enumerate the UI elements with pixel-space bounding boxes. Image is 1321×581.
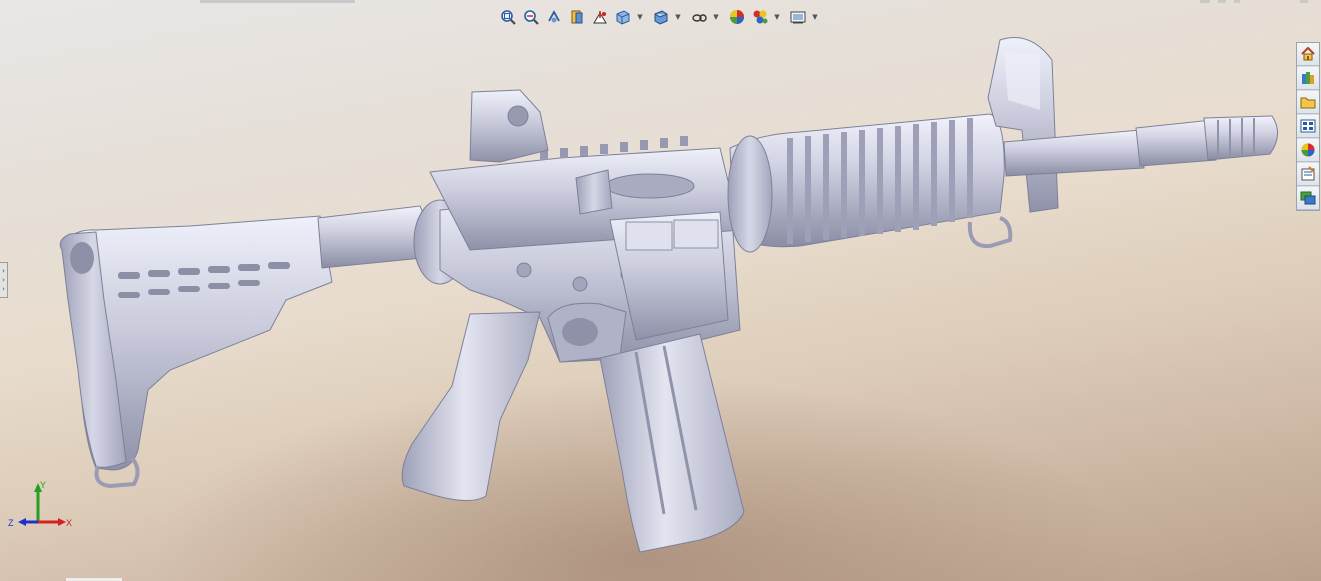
section-view-icon[interactable] (567, 7, 587, 27)
view-orientation-dropdown-icon[interactable]: ▼ (636, 7, 644, 27)
view-palette-icon[interactable] (1297, 115, 1319, 138)
pistol-grip (401, 311, 541, 501)
triad-x-label: X (66, 518, 72, 528)
forum-icon[interactable] (1297, 187, 1319, 210)
triad-y-label: Y (40, 480, 46, 490)
hide-show-icon[interactable] (689, 7, 709, 27)
heads-up-view-toolbar: ▼ ▼ ▼ ▼ ▼ (498, 6, 823, 28)
rifle-model[interactable] (0, 0, 1321, 581)
front-sling-swivel (967, 216, 1013, 249)
hide-show-dropdown-icon[interactable]: ▼ (712, 7, 720, 27)
forward-assist (575, 169, 613, 215)
edit-appearance-icon[interactable] (727, 7, 747, 27)
flash-hider (1203, 115, 1278, 161)
zoom-to-fit-icon[interactable] (498, 7, 518, 27)
custom-properties-icon[interactable] (1297, 163, 1319, 186)
rear-sight (469, 89, 549, 163)
barrel-muzzle (1135, 119, 1217, 167)
dynamic-annotation-icon[interactable] (590, 7, 610, 27)
task-pane-tabs (1296, 42, 1320, 211)
magazine (599, 333, 745, 553)
apply-scene-dropdown-icon[interactable]: ▼ (773, 7, 781, 27)
appearances-icon[interactable] (1297, 139, 1319, 162)
triad-z-label: Z (8, 518, 14, 528)
view-orientation-icon[interactable] (613, 7, 633, 27)
chevron-right-icon: › (2, 284, 5, 293)
zoom-to-area-icon[interactable] (521, 7, 541, 27)
delta-ring (727, 135, 773, 253)
ejection-port (605, 173, 695, 199)
buffer-tube (317, 205, 427, 269)
graphics-area[interactable]: ▼ ▼ ▼ ▼ ▼ › › › Y X Z (0, 0, 1321, 581)
home-icon[interactable] (1297, 43, 1319, 66)
display-style-icon[interactable] (651, 7, 671, 27)
chevron-right-icon: › (2, 275, 5, 284)
apply-scene-icon[interactable] (750, 7, 770, 27)
design-library-icon[interactable] (1297, 67, 1319, 90)
stock-sling-hole (70, 242, 94, 274)
chevron-right-icon: › (2, 266, 5, 275)
view-settings-dropdown-icon[interactable]: ▼ (811, 7, 819, 27)
previous-view-icon[interactable] (544, 7, 564, 27)
panel-collapse-handle[interactable]: › › › (0, 262, 8, 298)
display-style-dropdown-icon[interactable]: ▼ (674, 7, 682, 27)
view-settings-icon[interactable] (788, 7, 808, 27)
folder-icon[interactable] (1297, 91, 1319, 114)
reference-triad: Y X Z (8, 480, 72, 528)
